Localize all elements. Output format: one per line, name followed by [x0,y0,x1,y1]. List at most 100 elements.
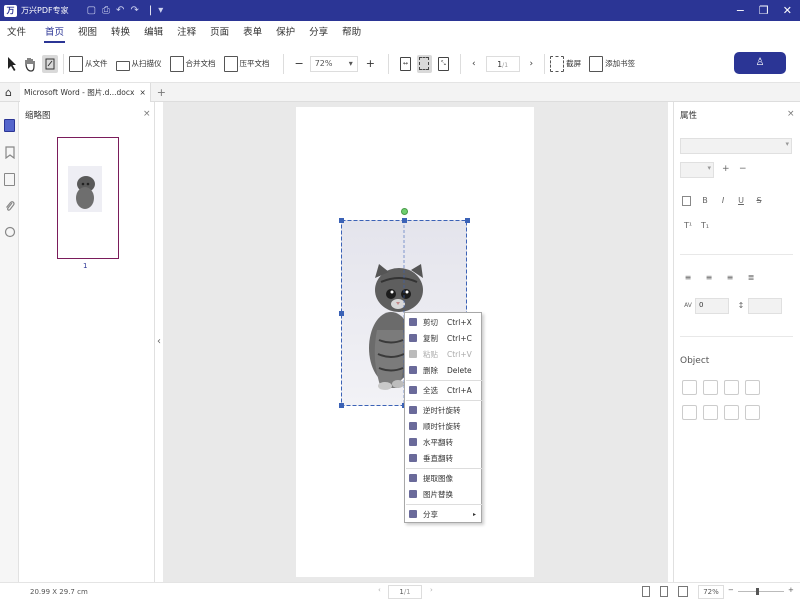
tab-protect[interactable]: 保护 [269,21,302,45]
search-panel-icon[interactable] [4,226,16,238]
align-object-icon[interactable] [682,405,697,420]
home-icon[interactable]: ⌂ [5,86,12,99]
tab-edit[interactable]: 编辑 [137,21,170,45]
resize-handle-ml[interactable] [339,311,344,316]
hand-tool-icon[interactable] [23,56,37,72]
zoom-slider-thumb[interactable] [756,588,759,595]
flip-horizontal-icon[interactable] [724,380,739,395]
tab-convert[interactable]: 转换 [104,21,137,45]
italic-icon[interactable]: I [717,195,729,207]
context-replace-image[interactable]: 图片替换 [405,486,482,502]
char-spacing-input[interactable]: 0 [695,298,729,314]
thumbnail-icon[interactable] [4,119,15,132]
text-color-icon[interactable] [682,196,691,206]
from-file-button[interactable]: 从文件 [69,55,108,72]
context-extract-image[interactable]: 提取图像 [405,470,482,486]
underline-icon[interactable]: U [735,195,747,207]
tab-close-icon[interactable]: × [139,83,145,102]
single-page-view-icon[interactable] [642,586,650,597]
zoom-select[interactable]: 72% ▾ [309,55,358,72]
distribute-object-icon[interactable] [703,405,718,420]
attachment-icon[interactable] [4,199,15,213]
comment-panel-icon[interactable] [4,173,15,186]
new-tab-icon[interactable]: + [157,86,166,99]
context-share[interactable]: 分享 ▸ [405,506,482,522]
tab-share[interactable]: 分享 [302,21,335,45]
resize-handle-bl[interactable] [339,403,344,408]
font-size-decrease[interactable]: − [739,164,747,174]
user-login-button[interactable]: ♙ [734,52,786,74]
select-cursor-icon[interactable] [6,56,18,72]
zoom-out-button[interactable]: − [295,57,304,70]
resize-handle-tl[interactable] [339,218,344,223]
align-right-icon[interactable]: ≡ [724,272,736,284]
next-page-icon[interactable]: › [430,586,433,594]
close-icon[interactable]: × [143,109,151,119]
fit-page-icon[interactable] [416,54,432,73]
context-select-all[interactable]: 全选 Ctrl+A [405,382,482,398]
prev-page-icon[interactable]: ‹ [472,59,476,69]
tab-form[interactable]: 表单 [236,21,269,45]
context-rotate-cw[interactable]: 顺时针旋转 [405,418,482,434]
crop-image-icon[interactable] [724,405,739,420]
context-flip-vertical[interactable]: 垂直翻转 [405,450,482,466]
screenshot-button[interactable]: 截屏 [550,55,581,72]
zoom-out-icon[interactable]: − [728,586,734,594]
resize-handle-tm[interactable] [402,218,407,223]
from-scanner-button[interactable]: 从扫描仪 [115,57,162,71]
rotate-handle[interactable] [401,208,408,215]
merge-button[interactable]: 合并文档 [169,55,216,72]
zoom-in-button[interactable]: + [366,57,375,70]
replace-image-icon[interactable] [745,405,760,420]
tab-help[interactable]: 帮助 [335,21,368,45]
align-center-icon[interactable]: ≡ [703,272,715,284]
tab-page[interactable]: 页面 [203,21,236,45]
zoom-in-icon[interactable]: + [788,586,794,594]
zoom-slider[interactable] [738,588,784,595]
redo-icon[interactable]: ↷ [130,5,138,16]
next-page-icon[interactable]: › [530,59,534,69]
font-size-increase[interactable]: + [722,164,730,174]
add-bookmark-button[interactable]: 添加书签 [589,55,635,72]
prev-page-icon[interactable]: ‹ [378,586,381,594]
bold-icon[interactable]: B [699,195,711,207]
context-delete[interactable]: 删除 Delete [405,362,482,378]
resize-handle-tr[interactable] [465,218,470,223]
superscript-icon[interactable]: T¹ [682,220,694,232]
context-copy[interactable]: 复制 Ctrl+C [405,330,482,346]
continuous-view-icon[interactable] [660,586,668,597]
context-cut[interactable]: 剪切 Ctrl+X [405,314,482,330]
tab-home[interactable]: 首页 [38,21,71,45]
fit-width-icon[interactable]: ↔ [399,56,411,71]
restore-icon[interactable]: ❐ [759,4,769,17]
page-input[interactable]: 1/1 [485,55,520,72]
align-justify-icon[interactable]: ≣ [745,272,757,284]
align-left-icon[interactable]: ≡ [682,272,694,284]
two-page-view-icon[interactable] [678,586,688,597]
font-size-select[interactable]: ▾ [680,162,714,178]
actual-size-icon[interactable]: ⤡ [437,56,449,71]
rotate-ccw-icon[interactable] [682,380,697,395]
context-flip-horizontal[interactable]: 水平翻转 [405,434,482,450]
compress-button[interactable]: 压平文档 [223,55,270,72]
dropdown-icon[interactable]: ▾ [158,5,163,16]
print-icon[interactable]: ⎙ [102,5,110,16]
bookmark-panel-icon[interactable] [5,146,15,159]
strikethrough-icon[interactable]: S [753,195,765,207]
minimize-icon[interactable]: − [736,4,745,17]
close-icon[interactable]: ✕ [783,4,792,17]
page-thumbnail[interactable] [57,137,119,259]
edit-tool-icon[interactable] [42,54,58,73]
line-spacing-input[interactable] [748,298,782,314]
collapse-panel-icon[interactable]: ‹ [157,336,161,347]
flip-vertical-icon[interactable] [745,380,760,395]
context-rotate-ccw[interactable]: 逆时针旋转 [405,402,482,418]
menu-file[interactable]: 文件 [0,21,38,45]
document-tab[interactable]: Microsoft Word - 图片.d...docx × [19,82,151,102]
status-page-input[interactable]: 1/1 [388,585,422,599]
tab-comment[interactable]: 注释 [170,21,203,45]
rotate-cw-icon[interactable] [703,380,718,395]
font-family-select[interactable]: ▾ [680,138,792,154]
status-zoom-select[interactable]: 72% [698,585,724,599]
subscript-icon[interactable]: T₁ [699,220,711,232]
